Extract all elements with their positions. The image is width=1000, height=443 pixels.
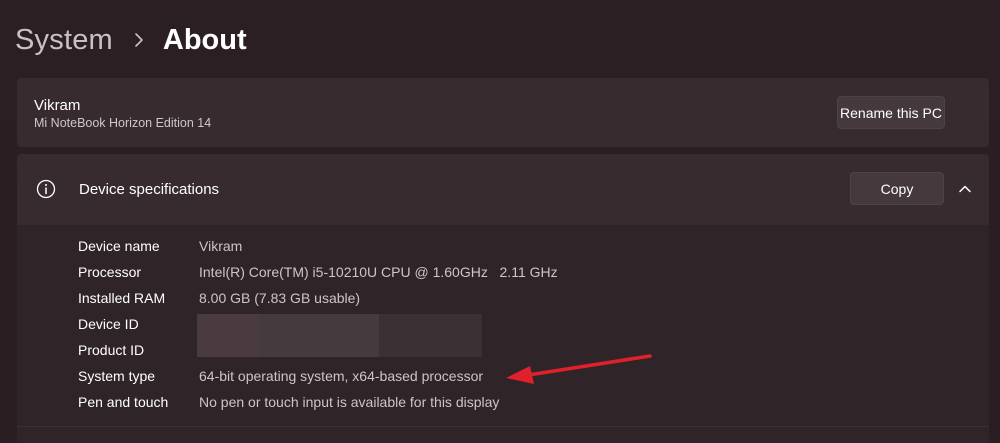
spec-row-pen-and-touch: Pen and touch No pen or touch input is a…	[17, 390, 989, 416]
spec-label: Device name	[78, 238, 160, 254]
chevron-right-icon	[125, 20, 153, 60]
breadcrumb: System About	[15, 20, 247, 60]
redacted-ids-overlay	[197, 314, 482, 357]
spec-row-device-id: Device ID	[17, 312, 989, 338]
device-specifications-title: Device specifications	[79, 181, 220, 198]
breadcrumb-system-link[interactable]: System	[15, 24, 113, 57]
redaction-block	[379, 314, 482, 357]
spec-value: 8.00 GB (7.83 GB usable)	[199, 290, 361, 306]
spec-row-device-name: Device name Vikram	[17, 234, 989, 260]
rename-pc-button[interactable]: Rename this PC	[837, 96, 945, 129]
spec-row-installed-ram: Installed RAM 8.00 GB (7.83 GB usable)	[17, 286, 989, 312]
pc-name-card: Vikram Mi NoteBook Horizon Edition 14 Re…	[17, 78, 989, 147]
device-specifications-section: Device specifications Copy Device name V…	[17, 154, 989, 443]
spec-label: Pen and touch	[78, 394, 169, 410]
spec-label: Processor	[78, 264, 142, 280]
spec-value: No pen or touch input is available for t…	[199, 394, 500, 410]
spec-label: Product ID	[78, 342, 145, 358]
spec-value: Vikram	[199, 238, 243, 254]
redaction-block	[197, 314, 259, 357]
copy-button[interactable]: Copy	[850, 172, 944, 205]
about-page: System About Vikram Mi NoteBook Horizon …	[0, 0, 1000, 443]
pc-name: Vikram	[34, 97, 81, 114]
annotation-arrow-icon	[506, 354, 652, 384]
page-title: About	[162, 23, 247, 56]
section-divider	[17, 426, 989, 427]
redaction-block	[259, 314, 379, 357]
spec-value: 64-bit operating system, x64-based proce…	[199, 368, 484, 384]
pc-model: Mi NoteBook Horizon Edition 14	[34, 116, 212, 130]
spec-list: Device name Vikram Processor Intel(R) Co…	[17, 234, 989, 416]
spec-label: Device ID	[78, 316, 139, 332]
chevron-up-icon[interactable]	[957, 181, 973, 197]
info-icon	[36, 179, 56, 199]
spec-label: System type	[78, 368, 156, 384]
spec-label: Installed RAM	[78, 290, 166, 306]
spec-value: Intel(R) Core(TM) i5-10210U CPU @ 1.60GH…	[199, 264, 558, 280]
device-specifications-header[interactable]: Device specifications Copy	[17, 154, 989, 225]
spec-row-processor: Processor Intel(R) Core(TM) i5-10210U CP…	[17, 260, 989, 286]
